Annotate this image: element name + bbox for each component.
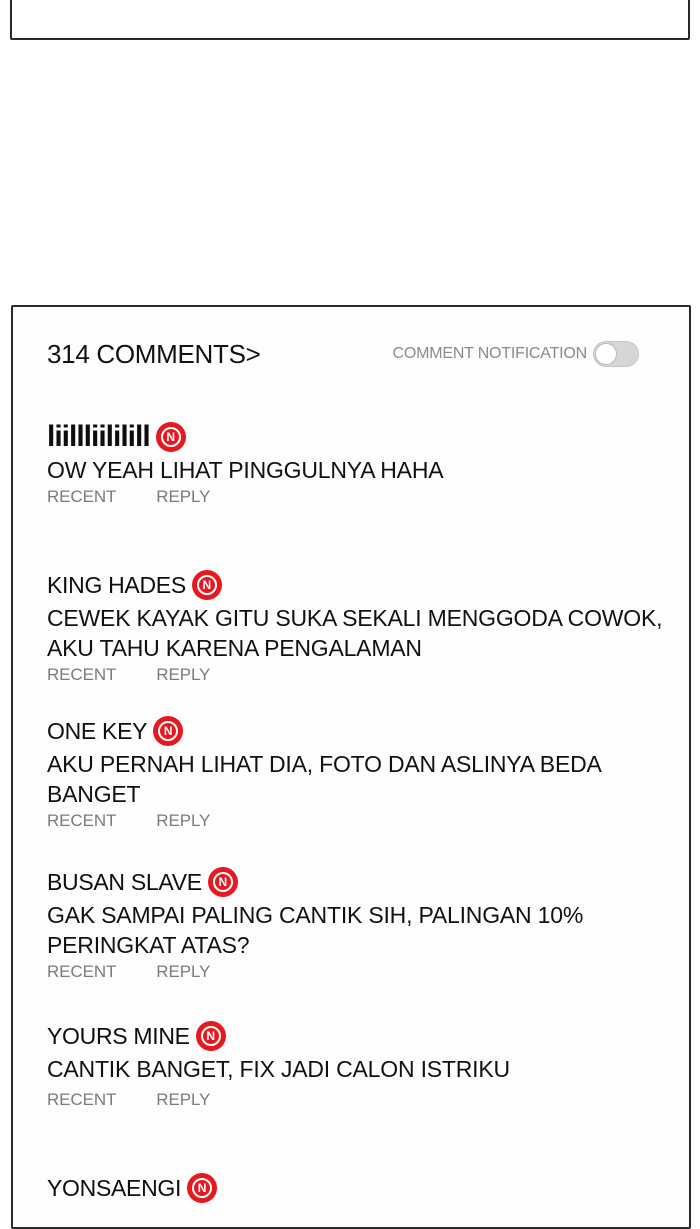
reply-button[interactable]: REPLY	[156, 665, 210, 685]
comment-author[interactable]: liillliililill	[47, 420, 151, 454]
new-badge-icon: N	[153, 716, 184, 746]
comment-author[interactable]: KING HADES	[47, 572, 186, 599]
new-badge-icon: N	[207, 867, 238, 897]
comment-item: ONE KEY N AKU PERNAH LIHAT DIA, FOTO DAN…	[47, 715, 677, 831]
comments-panel: 314 COMMENTS> COMMENT NOTIFICATION liill…	[11, 305, 691, 1229]
reply-button[interactable]: REPLY	[156, 811, 210, 831]
comment-item: liillliililill N OW YEAH LIHAT PINGGULNY…	[47, 420, 677, 507]
new-badge-icon: N	[187, 1173, 218, 1203]
comment-item: YOURS MINE N CANTIK BANGET, FIX JADI CAL…	[47, 1020, 677, 1110]
comment-actions: RECENT REPLY	[47, 811, 677, 831]
comment-author-row: KING HADES N	[47, 569, 677, 601]
comment-actions: RECENT REPLY	[47, 665, 677, 685]
recent-button[interactable]: RECENT	[47, 962, 116, 982]
comment-actions: RECENT REPLY	[47, 962, 677, 982]
comment-author-row: YONSAENGI N	[47, 1172, 677, 1204]
toggle-knob	[595, 343, 617, 365]
comment-author-row: ONE KEY N	[47, 715, 677, 747]
recent-button[interactable]: RECENT	[47, 487, 116, 507]
new-badge-icon: N	[155, 422, 186, 452]
reply-button[interactable]: REPLY	[156, 962, 210, 982]
comment-author-row: liillliililill N	[47, 420, 677, 454]
reply-button[interactable]: REPLY	[156, 1090, 210, 1110]
comment-text: AKU PERNAH LIHAT DIA, FOTO DAN ASLINYA B…	[47, 751, 601, 807]
comment-text: CANTIK BANGET, FIX JADI CALON ISTRIKU	[47, 1056, 510, 1082]
comment-item: KING HADES N CEWEK KAYAK GITU SUKA SEKAL…	[47, 569, 677, 685]
comment-author-row: BUSAN SLAVE N	[47, 866, 677, 898]
comment-author[interactable]: BUSAN SLAVE	[47, 869, 202, 896]
comment-text: CEWEK KAYAK GITU SUKA SEKALI MENGGODA CO…	[47, 605, 663, 661]
comment-author[interactable]: YONSAENGI	[47, 1175, 181, 1202]
comment-count-link[interactable]: 314 COMMENTS>	[47, 339, 261, 370]
top-panel	[10, 0, 690, 40]
comment-actions: RECENT REPLY	[47, 487, 677, 507]
comments-header: 314 COMMENTS> COMMENT NOTIFICATION	[47, 339, 659, 371]
new-badge-letter: N	[200, 1026, 221, 1046]
comment-item: BUSAN SLAVE N GAK SAMPAI PALING CANTIK S…	[47, 866, 677, 982]
recent-button[interactable]: RECENT	[47, 665, 116, 685]
new-badge-icon: N	[195, 1021, 226, 1051]
comment-text: OW YEAH LIHAT PINGGULNYA HAHA	[47, 457, 444, 483]
new-badge-letter: N	[192, 1178, 213, 1198]
new-badge-icon: N	[191, 570, 222, 600]
comment-notification: COMMENT NOTIFICATION	[392, 341, 639, 367]
comment-author[interactable]: ONE KEY	[47, 718, 147, 745]
new-badge-letter: N	[160, 427, 181, 447]
comment-notification-toggle[interactable]	[593, 341, 639, 367]
new-badge-letter: N	[158, 721, 179, 741]
recent-button[interactable]: RECENT	[47, 1090, 116, 1110]
comment-actions: RECENT REPLY	[47, 1090, 677, 1110]
new-badge-letter: N	[212, 872, 233, 892]
recent-button[interactable]: RECENT	[47, 811, 116, 831]
comment-author-row: YOURS MINE N	[47, 1020, 677, 1052]
comment-item: YONSAENGI N	[47, 1172, 677, 1204]
comment-author[interactable]: YOURS MINE	[47, 1023, 190, 1050]
comment-text: GAK SAMPAI PALING CANTIK SIH, PALINGAN 1…	[47, 902, 584, 958]
reply-button[interactable]: REPLY	[156, 487, 210, 507]
comment-notification-label: COMMENT NOTIFICATION	[392, 345, 587, 362]
new-badge-letter: N	[196, 575, 217, 595]
